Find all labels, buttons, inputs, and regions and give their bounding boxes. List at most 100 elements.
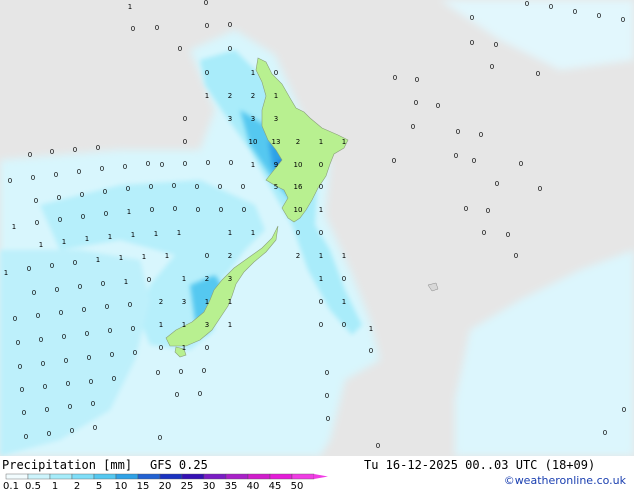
credit-link[interactable]: ©weatheronline.co.uk (504, 474, 626, 487)
legend-swatch (137, 473, 161, 480)
precip-value-label: 0 (573, 8, 577, 16)
precip-value-label: 0 (45, 406, 49, 414)
precip-value-label: 1 (182, 344, 186, 352)
precip-value-label: 0 (296, 229, 300, 237)
legend-swatch (71, 473, 95, 480)
precip-value-label: 0 (131, 25, 135, 33)
precip-value-label: 13 (272, 138, 281, 146)
precip-value-label: 0 (62, 333, 66, 341)
precip-value-label: 10 (294, 161, 303, 169)
precip-value-label: 0 (20, 386, 24, 394)
precip-value-label: 1 (342, 252, 346, 260)
precip-value-label: 2 (251, 92, 255, 100)
precip-value-label: 3 (228, 115, 232, 123)
legend-tick-label: 20 (159, 481, 172, 490)
precip-value-label: 0 (219, 206, 223, 214)
precip-value-label: 0 (54, 171, 58, 179)
precip-value-label: 0 (179, 368, 183, 376)
precip-value-label: 2 (296, 138, 300, 146)
precip-value-label: 0 (128, 301, 132, 309)
precip-value-label: 0 (470, 39, 474, 47)
precip-value-label: 0 (80, 191, 84, 199)
precip-value-label: 0 (73, 259, 77, 267)
precip-value-label: 0 (464, 205, 468, 213)
precip-value-label: 1 (319, 252, 323, 260)
legend-tick-label: 10 (115, 481, 128, 490)
precip-value-label: 0 (175, 391, 179, 399)
precip-value-label: 0 (325, 392, 329, 400)
precip-value-label: 1 (12, 223, 16, 231)
precip-value-label: 0 (93, 424, 97, 432)
precip-value-label: 0 (57, 194, 61, 202)
precip-value-label: 1 (182, 321, 186, 329)
precip-value-label: 0 (538, 185, 542, 193)
precip-value-label: 0 (376, 442, 380, 450)
legend-swatch (225, 473, 249, 480)
precip-value-label: 0 (202, 367, 206, 375)
precip-value-label: 0 (126, 185, 130, 193)
precip-value-label: 1 (251, 69, 255, 77)
precip-value-label: 16 (294, 183, 303, 191)
precip-value-label: 1 (128, 3, 132, 11)
precip-value-label: 1 (142, 253, 146, 261)
precip-value-label: 0 (392, 157, 396, 165)
precip-value-label: 0 (39, 336, 43, 344)
precip-value-label: 0 (326, 415, 330, 423)
precip-value-label: 0 (173, 205, 177, 213)
precip-value-label: 0 (205, 252, 209, 260)
legend-tick-label: 25 (181, 481, 194, 490)
precip-value-label: 0 (229, 159, 233, 167)
legend-swatch (115, 473, 139, 480)
precip-value-label: 0 (105, 303, 109, 311)
precipitation-field (0, 0, 634, 456)
precip-value-label: 1 (127, 208, 131, 216)
precip-value-label: 0 (472, 157, 476, 165)
precip-value-label: 0 (150, 206, 154, 214)
precip-value-label: 0 (36, 312, 40, 320)
precip-value-label: 0 (32, 289, 36, 297)
legend-swatch (49, 473, 73, 480)
legend-tick-label: 35 (225, 481, 238, 490)
precip-value-label: 0 (597, 12, 601, 20)
precip-value-label: 0 (603, 429, 607, 437)
precip-value-label: 1 (159, 321, 163, 329)
precip-value-label: 1 (85, 235, 89, 243)
precip-value-label: 1 (274, 92, 278, 100)
precip-value-label: 0 (486, 207, 490, 215)
precip-value-label: 2 (228, 92, 232, 100)
precip-value-label: 0 (149, 183, 153, 191)
precip-value-label: 0 (27, 265, 31, 273)
product-label: Precipitation [mm] (2, 458, 133, 472)
precip-value-label: 0 (415, 76, 419, 84)
legend-tick-label: 15 (137, 481, 150, 490)
precip-value-label: 0 (147, 276, 151, 284)
precip-value-label: 0 (146, 160, 150, 168)
precip-value-label: 0 (183, 160, 187, 168)
legend-swatch (291, 473, 315, 480)
precip-value-label: 0 (50, 262, 54, 270)
chatham-islands (427, 282, 439, 292)
precip-value-label: 0 (436, 102, 440, 110)
precip-value-label: 1 (228, 321, 232, 329)
precip-value-label: 0 (123, 163, 127, 171)
precip-value-label: 1 (342, 138, 346, 146)
legend-swatch (159, 473, 183, 480)
precip-value-label: 0 (77, 168, 81, 176)
precip-value-label: 3 (274, 115, 278, 123)
precip-value-label: 0 (108, 327, 112, 335)
precip-value-label: 0 (514, 252, 518, 260)
precip-value-label: 0 (89, 378, 93, 386)
precipitation-map: 1 0 0 0 0 0 0 0 0 1 1 2 2 1 3 3 3 10 13 2 1 1 1 9 10 0 5 16 0 10 1 0 0 2 1… (0, 0, 634, 456)
precip-value-label: 0 (195, 183, 199, 191)
precip-value-label: 3 (251, 115, 255, 123)
precip-value-label: 0 (393, 74, 397, 82)
precip-value-label: 0 (414, 99, 418, 107)
precip-value-label: 3 (205, 321, 209, 329)
legend-swatch (181, 473, 205, 480)
precip-value-label: 0 (622, 406, 626, 414)
precip-value-label: 1 (182, 275, 186, 283)
precip-value-label: 0 (156, 369, 160, 377)
color-legend: 0.1 0.5 1 2 5 10 15 20 25 30 35 40 45 50 (3, 473, 328, 490)
model-label: GFS 0.25 (150, 458, 208, 472)
precip-value-label: 0 (96, 144, 100, 152)
